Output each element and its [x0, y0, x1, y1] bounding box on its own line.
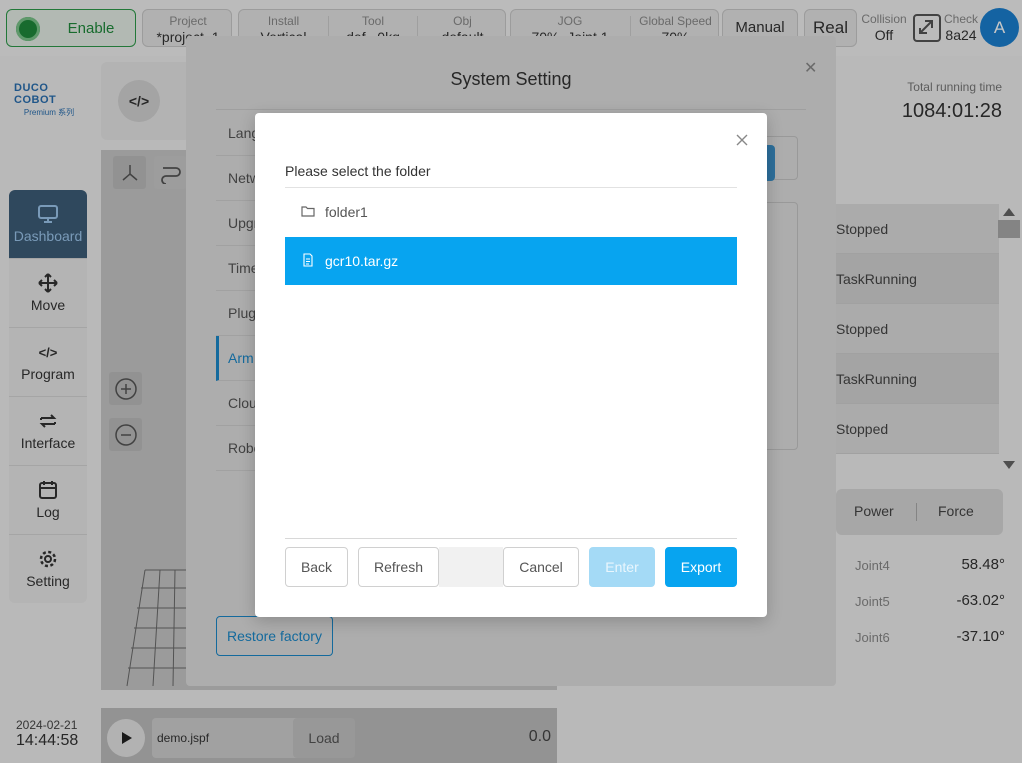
button-spacer [439, 547, 503, 587]
enter-button[interactable]: Enter [589, 547, 655, 587]
list-item-folder[interactable]: folder1 [285, 188, 737, 236]
cancel-button[interactable]: Cancel [503, 547, 579, 587]
file-icon [303, 253, 313, 267]
folder-icon [301, 206, 315, 217]
folder-select-dialog: Please select the folder folder1 gcr10.t… [255, 113, 767, 617]
export-button[interactable]: Export [665, 547, 737, 587]
list-item-file-selected[interactable]: gcr10.tar.gz [285, 237, 737, 285]
close-icon[interactable] [734, 132, 750, 148]
back-button[interactable]: Back [285, 547, 348, 587]
dialog-title: Please select the folder [285, 163, 431, 179]
refresh-button[interactable]: Refresh [358, 547, 439, 587]
file-name: gcr10.tar.gz [325, 253, 399, 269]
file-name: folder1 [325, 204, 368, 220]
divider [285, 538, 737, 539]
